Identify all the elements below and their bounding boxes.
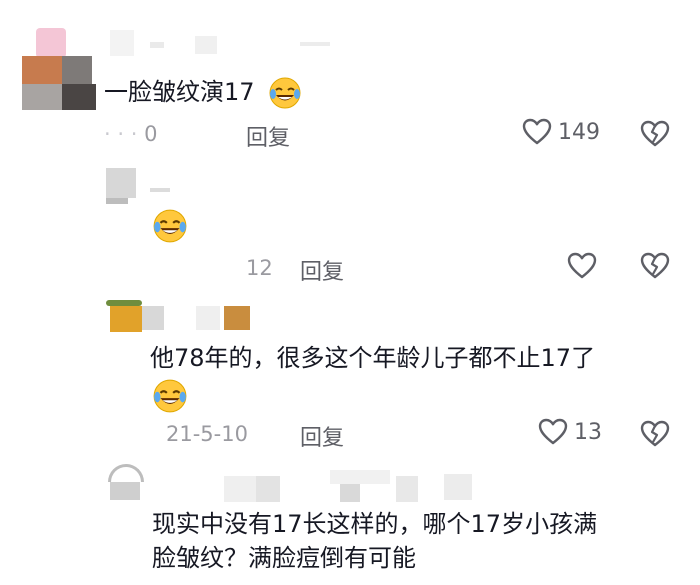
username[interactable] [150,188,170,192]
reply-button[interactable]: 回复 [300,254,344,286]
reply-button[interactable]: 回复 [246,120,290,152]
username[interactable] [140,306,260,334]
like-count: 149 [558,119,600,145]
laughing-crying-emoji [152,208,188,244]
comment-text: 一脸皱纹演17 [104,78,255,106]
comment-date: 21-5-10 [166,422,248,446]
reply-button[interactable]: 回复 [300,420,344,452]
broken-heart-icon[interactable] [640,120,670,148]
username[interactable] [160,470,480,504]
laughing-crying-emoji [268,76,302,110]
like-button[interactable]: 13 [538,418,602,446]
heart-outline-icon [538,418,568,446]
heart-outline-icon[interactable] [567,252,597,280]
broken-heart-icon[interactable] [640,420,670,448]
like-button[interactable]: 149 [522,118,600,146]
username[interactable] [110,30,330,58]
comment-date: 12 [246,256,273,280]
broken-heart-icon[interactable] [640,252,670,280]
avatar[interactable] [106,168,146,204]
avatar[interactable] [104,464,150,504]
like-count: 13 [574,419,602,445]
comment-text: 他78年的，很多这个年龄儿子都不止17了 [150,344,596,372]
comment-date: 0 [144,122,158,146]
comment-text-line-1: 现实中没有17长这样的，哪个17岁小孩满 [152,510,598,538]
comment-text-line-2: 脸皱纹？满脸痘倒有可能 [152,544,416,572]
heart-outline-icon [522,118,552,146]
laughing-crying-emoji [152,378,188,414]
avatar[interactable] [22,28,100,110]
